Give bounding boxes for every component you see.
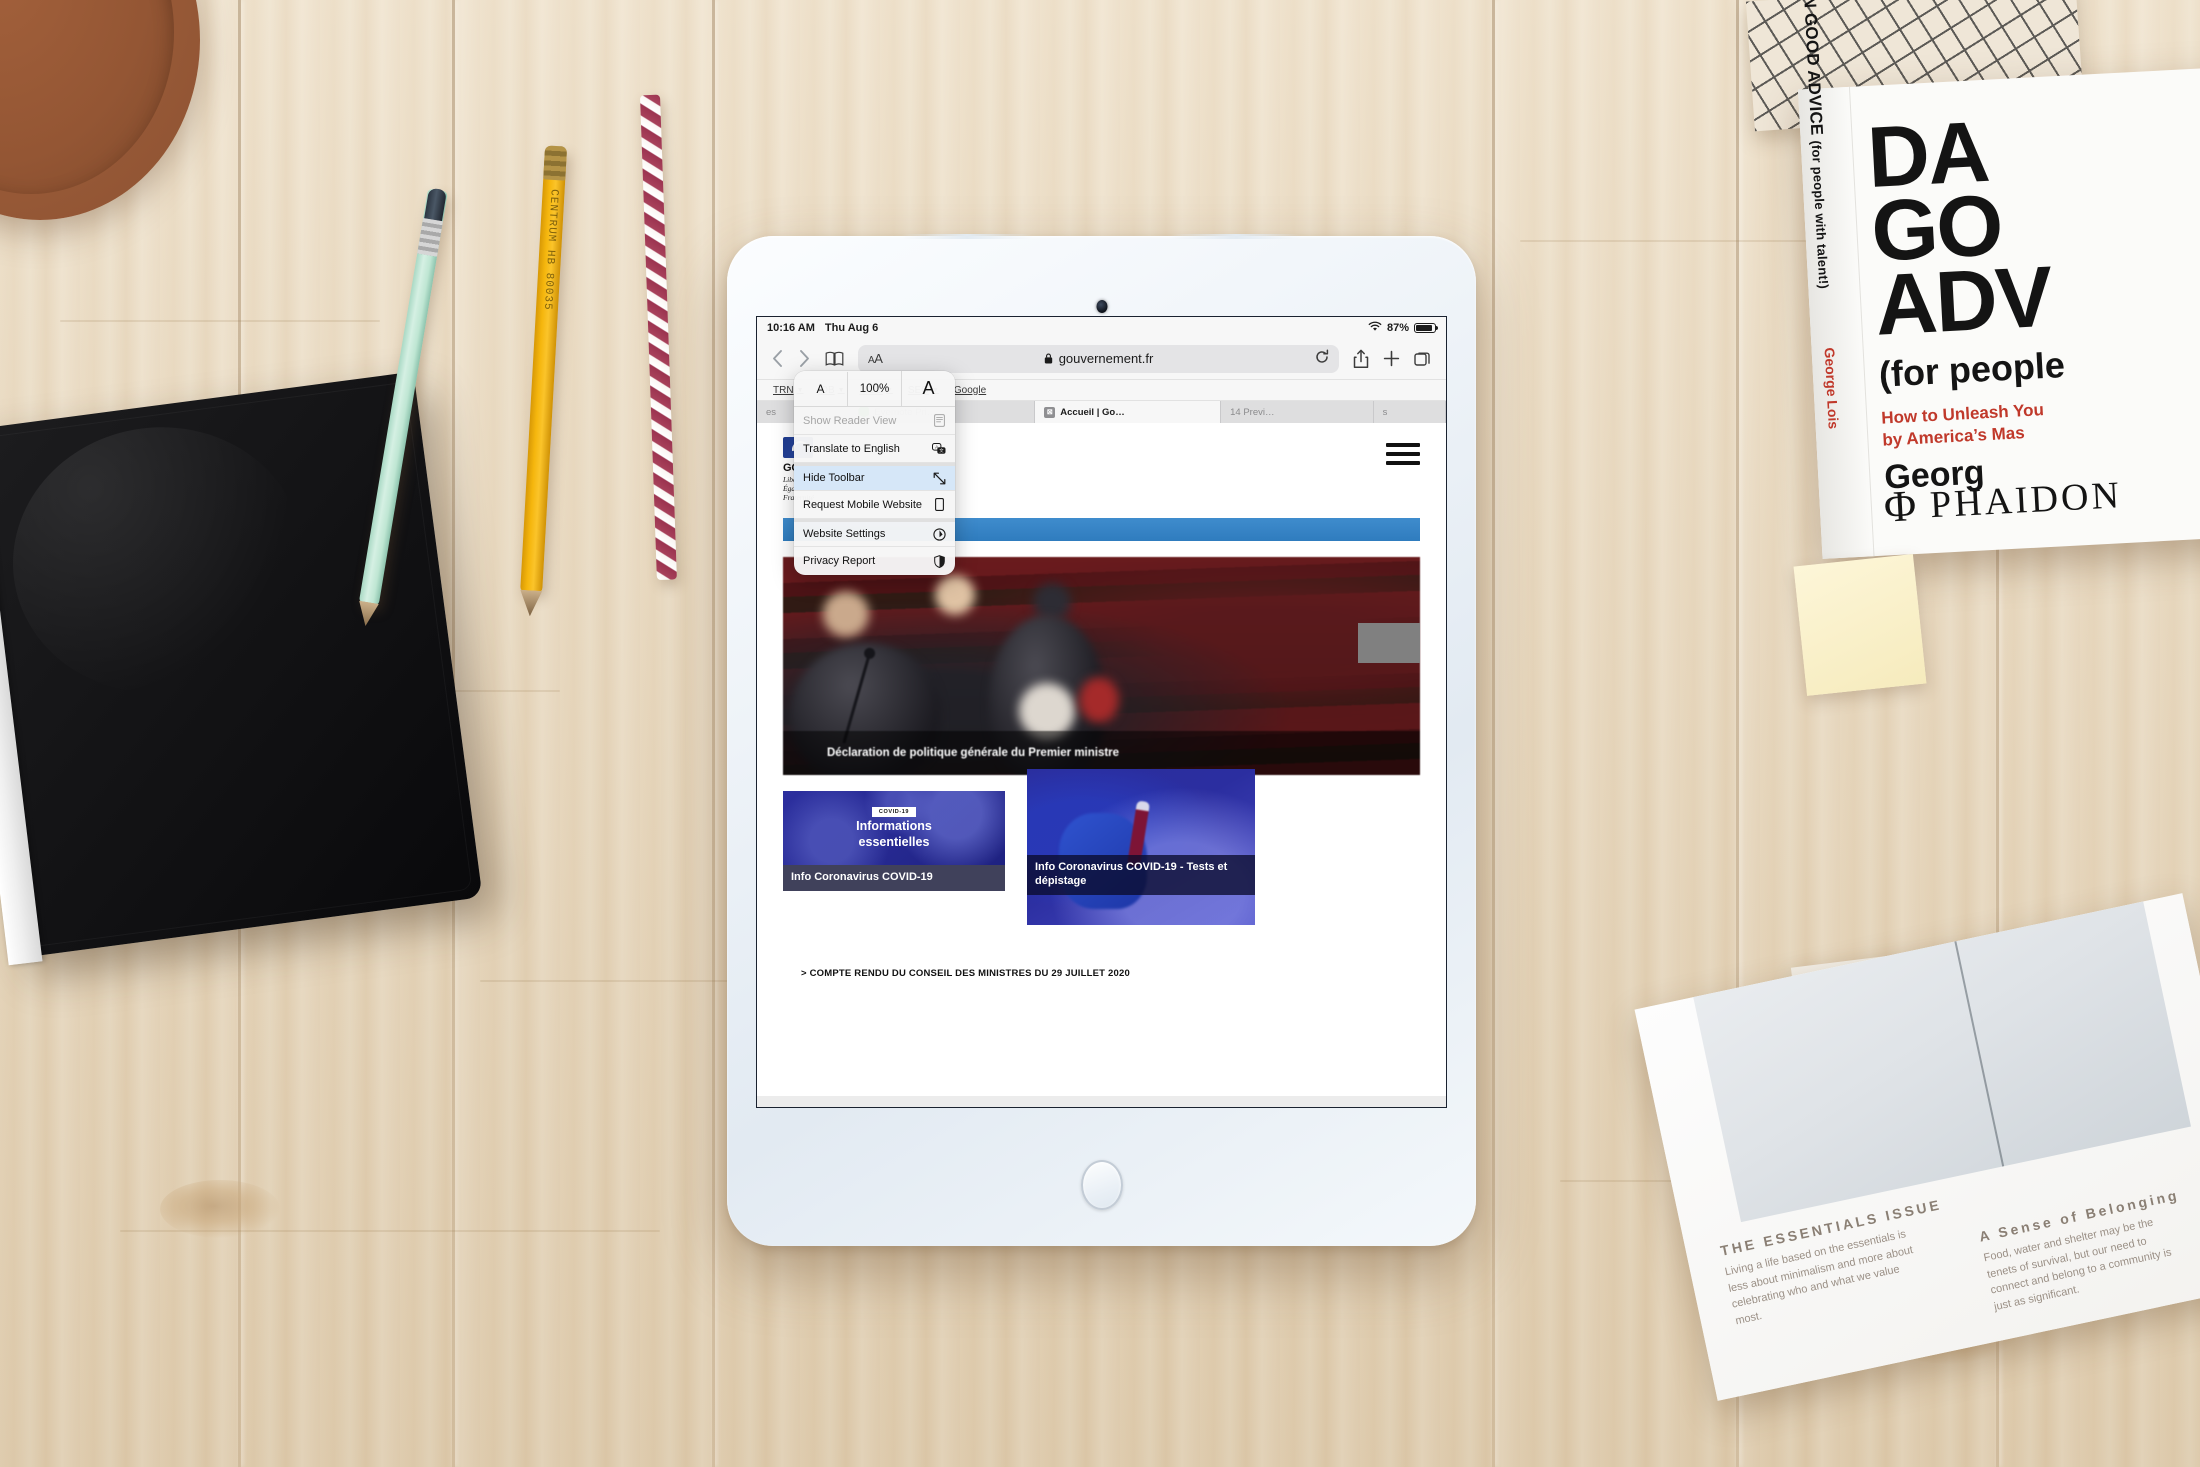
covid-tests-caption: Info Coronavirus COVID-19 - Tests et dép… [1027,855,1255,895]
phaidon-logo-icon: Φ [1882,480,1918,532]
reader-view-icon [932,414,946,427]
battery-icon [1414,322,1439,333]
tabs-overview-icon[interactable] [1414,350,1432,368]
hero-side-block [1358,623,1420,663]
book-cover-line-3: ADV [1872,248,2054,354]
menu-item-request-mobile-website[interactable]: Request Mobile Website [794,491,955,519]
pencil-label: CENTRUM HB 80035 [540,188,560,311]
forward-chevron-icon[interactable] [798,349,811,368]
tab-label: s [1382,406,1388,418]
menu-label: Request Mobile Website [803,498,923,511]
status-time: 10:16 AM [767,321,815,334]
url-display: gouvernement.fr [858,351,1339,366]
book-front-cover: DA GO ADV (for people How to Unleash You… [1856,67,2200,556]
plus-icon[interactable] [1383,350,1400,367]
hamburger-menu-icon[interactable] [1386,437,1420,465]
browser-tab[interactable]: s [1374,401,1446,423]
black-notebook [0,371,483,966]
url-text: gouvernement.fr [1058,351,1154,366]
covid-tests-card[interactable]: Info Coronavirus COVID-19 - Tests et dép… [1027,769,1255,926]
browser-tab-gouvernement[interactable]: ⊠ Accueil | Go… [1035,401,1222,423]
mobile-device-icon [932,498,946,511]
book-spine-subtitle-text: (for people with talent!) [1808,140,1831,290]
book-icon[interactable] [825,351,844,367]
tab-label: 14 Previ… [1230,406,1275,418]
ipad-device: 10:16 AM Thu Aug 6 87% AA gouvernement.f… [727,234,1476,1246]
damn-good-advice-book: DAMN GOOD ADVICE (for people with talent… [1798,0,2200,559]
menu-label: Show Reader View [803,414,897,427]
settings-gear-icon [932,527,946,541]
menu-item-translate-to-english[interactable]: Translate to English A文 [794,435,955,463]
hero-article-image[interactable]: Déclaration de politique générale du Pre… [783,557,1420,776]
bookmark-google[interactable]: Google [954,385,986,396]
back-chevron-icon[interactable] [771,349,784,368]
aa-text-size-button[interactable]: AA [868,351,883,366]
battery-percent-label: 87% [1386,321,1409,334]
covid-info-card[interactable]: COVID-19 Informations essentielles Info … [783,791,1005,892]
menu-item-privacy-report[interactable]: Privacy Report [794,547,955,575]
sticky-note [1793,554,1927,696]
privacy-shield-icon [932,554,946,568]
ipad-screen: 10:16 AM Thu Aug 6 87% AA gouvernement.f… [756,316,1447,1108]
decrease-text-size-button[interactable]: A [794,371,848,406]
page-bottom-strip [757,1096,1446,1107]
reload-icon[interactable] [1315,349,1329,368]
svg-text:文: 文 [939,447,944,454]
tab-label: es [766,406,777,418]
share-icon[interactable] [1353,349,1369,369]
hide-toolbar-icon [932,472,946,485]
browser-tab-previews[interactable]: 14 Previ… [1221,401,1374,423]
council-report-link[interactable]: > COMPTE RENDU DU CONSEIL DES MINISTRES … [783,949,1420,998]
increase-text-size-button[interactable]: A [902,371,955,406]
lock-icon [1044,353,1056,366]
menu-label: Translate to English [803,442,900,455]
covid-badge: COVID-19 [871,807,917,818]
menu-item-hide-toolbar[interactable]: Hide Toolbar [794,463,955,491]
covid-card-caption: Info Coronavirus COVID-19 [783,865,1005,892]
magazine-column-left: THE ESSENTIALS ISSUE Living a life based… [1719,1196,1943,1330]
menu-label: Hide Toolbar [803,472,865,484]
menu-label: Website Settings [803,528,886,540]
desk-scene: CENTRUM HB 80035 DAMN GOOD ADVICE (for p… [0,0,2200,1467]
text-size-row: A 100% A [794,371,955,407]
tab-label: Accueil | Go… [1060,406,1125,418]
covid-cards-row: COVID-19 Informations essentielles Info … [783,769,1420,926]
notebook-elastic-band [0,444,43,966]
home-button[interactable] [1080,1160,1123,1210]
menu-item-website-settings[interactable]: Website Settings [794,519,955,547]
book-spine-author: George Lois [1821,347,1842,430]
front-camera-icon [1096,300,1107,313]
text-size-popover-menu: A 100% A Show Reader View Translate to E… [794,371,955,575]
covid-card-image: COVID-19 Informations essentielles [783,791,1005,866]
status-date: Thu Aug 6 [824,321,879,334]
gouvernement-icon: ⊠ [1044,406,1056,418]
zoom-level-label[interactable]: 100% [848,371,902,406]
covid-overlay-title-line1: Informations [856,819,932,834]
covid-tests-image [1027,769,1255,926]
ios-status-bar: 10:16 AM Thu Aug 6 87% [757,317,1446,338]
menu-item-show-reader-view[interactable]: Show Reader View [794,407,955,435]
wifi-icon [1368,321,1382,335]
magazine-column-right: A Sense of Belonging Food, water and she… [1978,1187,2192,1315]
translate-icon: A文 [932,442,946,455]
url-bar[interactable]: AA gouvernement.fr [858,344,1339,373]
covid-overlay-title-line2: essentielles [858,835,930,850]
menu-label: Privacy Report [803,555,876,567]
publisher-name: PHAIDON [1929,474,2123,527]
